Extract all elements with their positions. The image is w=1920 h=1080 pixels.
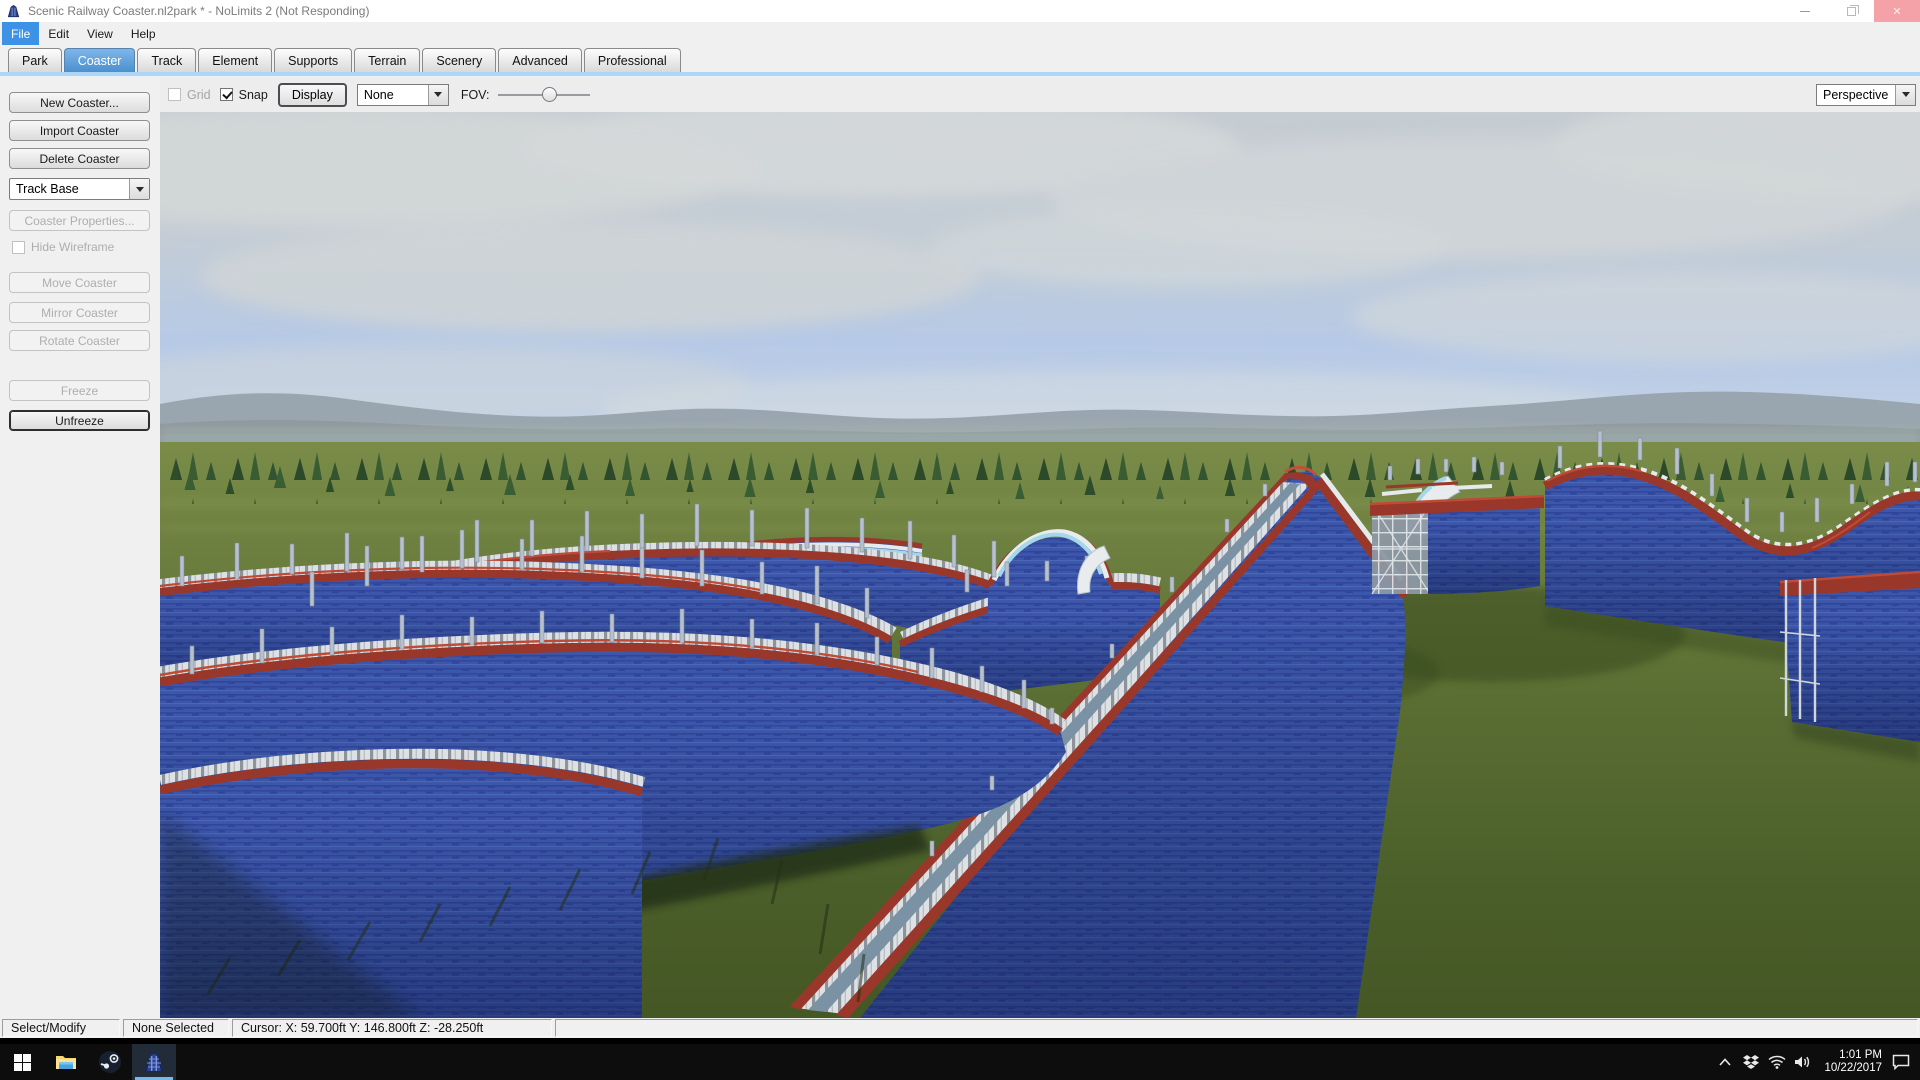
action-center-icon: [1892, 1054, 1910, 1070]
tab-track[interactable]: Track: [137, 48, 196, 72]
fov-label: FOV:: [461, 88, 490, 102]
folder-icon: [55, 1053, 77, 1071]
rotate-coaster-button[interactable]: Rotate Coaster: [9, 330, 150, 351]
nolimits-2-button[interactable]: [132, 1044, 176, 1080]
app-icon: [6, 4, 21, 19]
menu-help[interactable]: Help: [122, 22, 165, 45]
dropbox-tray-icon[interactable]: [1738, 1044, 1764, 1080]
grid-row: Grid: [168, 88, 211, 102]
move-coaster-button[interactable]: Move Coaster: [9, 272, 150, 293]
coaster-select-value: Track Base: [10, 182, 129, 196]
viewport-toolbar: Grid Snap Display None FOV: Perspective: [160, 77, 1920, 112]
menu-file[interactable]: File: [2, 22, 39, 45]
tab-professional[interactable]: Professional: [584, 48, 681, 72]
status-cursor: Cursor: X: 59.700ft Y: 146.800ft Z: -28.…: [232, 1019, 552, 1037]
clock-time: 1:01 PM: [1824, 1049, 1882, 1062]
import-coaster-button[interactable]: Import Coaster: [9, 120, 150, 141]
dropbox-icon: [1743, 1055, 1759, 1070]
hide-wireframe-label: Hide Wireframe: [31, 240, 114, 254]
freeze-button[interactable]: Freeze: [9, 380, 150, 401]
taskbar-clock[interactable]: 1:01 PM 10/22/2017: [1816, 1049, 1888, 1075]
hide-wireframe-checkbox[interactable]: [12, 241, 25, 254]
camera-mode-dropdown[interactable]: Perspective: [1816, 84, 1916, 106]
menu-bar: File Edit View Help: [0, 22, 1920, 45]
display-mode-value: None: [358, 88, 428, 102]
unfreeze-button[interactable]: Unfreeze: [9, 410, 150, 431]
menu-view[interactable]: View: [78, 22, 122, 45]
coaster-select-dropdown[interactable]: Track Base: [9, 178, 150, 200]
3d-viewport[interactable]: [160, 112, 1920, 1018]
tab-supports[interactable]: Supports: [274, 48, 352, 72]
display-mode-arrow[interactable]: [428, 85, 448, 105]
mirror-coaster-button[interactable]: Mirror Coaster: [9, 302, 150, 323]
nolimits-2-icon: [142, 1050, 166, 1074]
delete-coaster-button[interactable]: Delete Coaster: [9, 148, 150, 169]
steam-icon: [98, 1050, 122, 1074]
close-button[interactable]: ✕: [1874, 0, 1920, 22]
display-mode-dropdown[interactable]: None: [357, 84, 449, 106]
menu-edit[interactable]: Edit: [39, 22, 78, 45]
snap-checkbox[interactable]: [220, 88, 233, 101]
status-empty: [555, 1019, 1918, 1037]
chevron-down-icon: [1902, 92, 1910, 97]
status-selection: None Selected: [123, 1019, 229, 1037]
hide-wireframe-row: Hide Wireframe: [12, 240, 114, 254]
status-mode: Select/Modify: [2, 1019, 120, 1037]
close-icon: ✕: [1892, 5, 1901, 18]
action-center-button[interactable]: [1888, 1044, 1914, 1080]
minimize-button[interactable]: [1782, 0, 1828, 22]
restore-button[interactable]: [1828, 0, 1874, 22]
tab-terrain[interactable]: Terrain: [354, 48, 420, 72]
coaster-scene: [160, 112, 1920, 1018]
new-coaster-button[interactable]: New Coaster...: [9, 92, 150, 113]
steam-button[interactable]: [88, 1044, 132, 1080]
clock-date: 10/22/2017: [1824, 1062, 1882, 1075]
grid-label: Grid: [187, 88, 211, 102]
fov-slider-handle[interactable]: [542, 87, 557, 102]
wifi-tray-icon[interactable]: [1764, 1044, 1790, 1080]
snap-row: Snap: [220, 88, 268, 102]
camera-mode-value: Perspective: [1817, 88, 1895, 102]
wifi-icon: [1768, 1055, 1786, 1069]
bottom-right-wall: [1780, 572, 1920, 742]
display-button[interactable]: Display: [278, 83, 347, 107]
taskbar: 1:01 PM 10/22/2017: [0, 1044, 1920, 1080]
snap-label: Snap: [239, 88, 268, 102]
camera-mode-arrow[interactable]: [1895, 85, 1915, 105]
chevron-down-icon: [434, 92, 442, 97]
coaster-properties-button[interactable]: Coaster Properties...: [9, 210, 150, 231]
volume-tray-icon[interactable]: [1790, 1044, 1816, 1080]
window-title: Scenic Railway Coaster.nl2park * - NoLim…: [28, 4, 369, 18]
tab-scenery[interactable]: Scenery: [422, 48, 496, 72]
file-explorer-button[interactable]: [44, 1044, 88, 1080]
windows-logo-icon: [14, 1054, 31, 1071]
fov-slider[interactable]: [498, 85, 590, 105]
chevron-up-icon: [1719, 1058, 1731, 1066]
start-button[interactable]: [0, 1044, 44, 1080]
desktop: Scenic Railway Coaster.nl2park * - NoLim…: [0, 0, 1920, 1080]
minimize-icon: [1800, 11, 1810, 12]
system-tray: 1:01 PM 10/22/2017: [1712, 1044, 1920, 1080]
coaster-select-arrow[interactable]: [129, 179, 149, 199]
tab-advanced[interactable]: Advanced: [498, 48, 582, 72]
hidden-icons-chevron[interactable]: [1712, 1044, 1738, 1080]
editor-tabs: Park Coaster Track Element Supports Terr…: [0, 45, 1920, 72]
tab-park[interactable]: Park: [8, 48, 62, 72]
chevron-down-icon: [136, 187, 144, 192]
title-bar: Scenic Railway Coaster.nl2park * - NoLim…: [0, 0, 1920, 22]
status-bar: Select/Modify None Selected Cursor: X: 5…: [0, 1018, 1920, 1038]
tab-coaster[interactable]: Coaster: [64, 48, 136, 72]
restore-icon: [1847, 7, 1856, 16]
tab-element[interactable]: Element: [198, 48, 272, 72]
speaker-icon: [1794, 1055, 1812, 1069]
grid-checkbox[interactable]: [168, 88, 181, 101]
coaster-sidebar: New Coaster... Import Coaster Delete Coa…: [0, 77, 160, 1018]
